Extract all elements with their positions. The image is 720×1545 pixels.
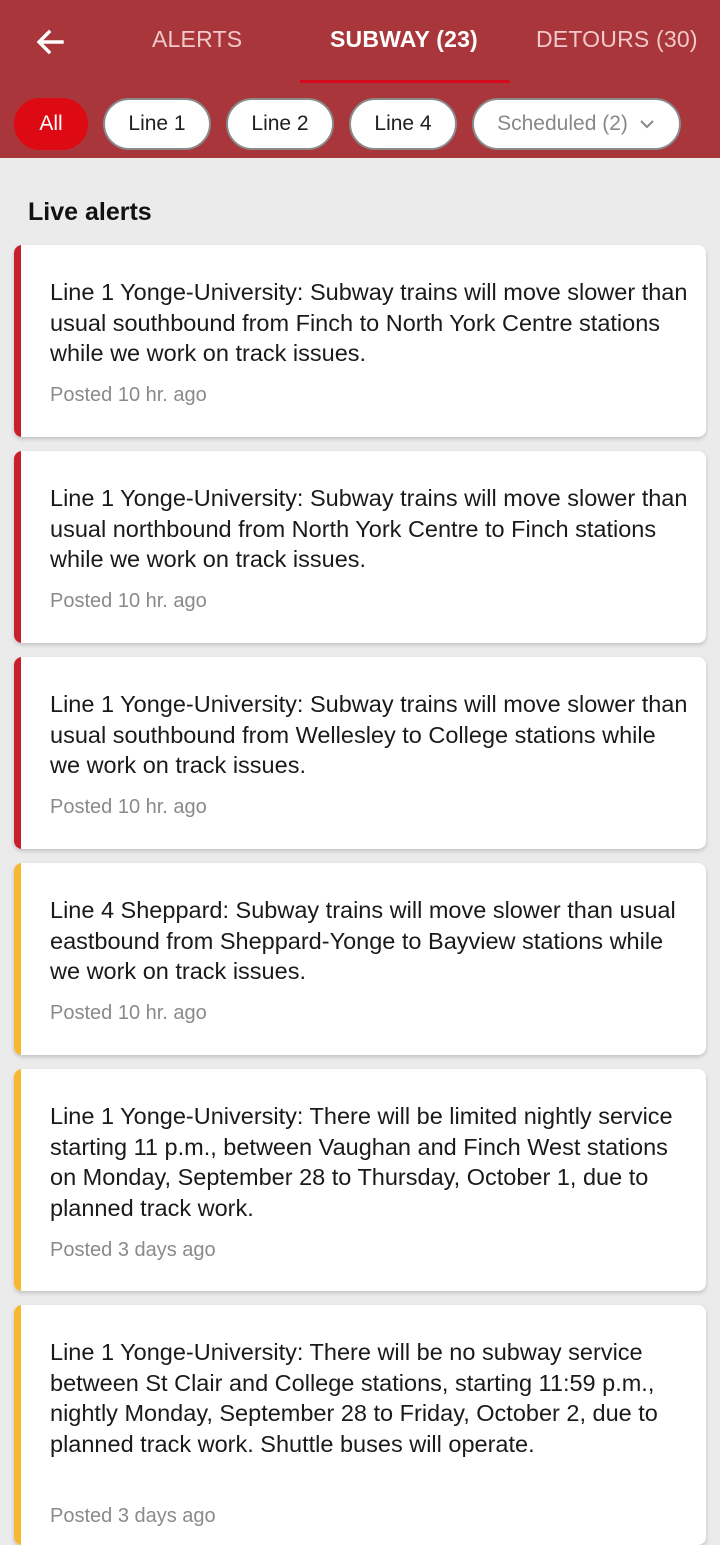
filter-chip-line-2[interactable]: Line 2: [226, 98, 334, 150]
chevron-down-icon: [640, 120, 654, 129]
filter-chip-all[interactable]: All: [14, 98, 88, 150]
alert-message: Line 1 Yonge-University: There will be n…: [50, 1339, 658, 1458]
back-arrow-icon: [36, 29, 64, 55]
alert-posted-time: Posted 3 days ago: [50, 1505, 216, 1527]
alert-message: Line 1 Yonge-University: Subway trains w…: [50, 485, 688, 573]
alert-posted-time: Posted 10 hr. ago: [50, 384, 207, 406]
back-button[interactable]: [26, 22, 74, 62]
filter-chip-line-1[interactable]: Line 1: [103, 98, 211, 150]
alert-message: Line 4 Sheppard: Subway trains will move…: [50, 897, 676, 985]
alert-severity-bar: [14, 451, 21, 643]
alert-message: Line 1 Yonge-University: Subway trains w…: [50, 691, 688, 779]
alert-posted-time: Posted 10 hr. ago: [50, 1002, 207, 1024]
section-title-live-alerts: Live alerts: [28, 198, 152, 226]
tab-detours[interactable]: DETOURS (30): [536, 26, 698, 60]
app-header: ALERTS SUBWAY (23) DETOURS (30) All Line…: [0, 0, 720, 158]
alert-card[interactable]: Line 1 Yonge-University: There will be n…: [14, 1305, 706, 1545]
alert-posted-time: Posted 3 days ago: [50, 1239, 216, 1261]
alert-message: Line 1 Yonge-University: Subway trains w…: [50, 279, 688, 367]
alert-card[interactable]: Line 1 Yonge-University: Subway trains w…: [14, 451, 706, 643]
alert-card[interactable]: Line 1 Yonge-University: There will be l…: [14, 1069, 706, 1291]
alert-card[interactable]: Line 1 Yonge-University: Subway trains w…: [14, 657, 706, 849]
tab-subway[interactable]: SUBWAY (23): [330, 26, 478, 60]
alert-severity-bar: [14, 245, 21, 437]
alert-card[interactable]: Line 4 Sheppard: Subway trains will move…: [14, 863, 706, 1055]
alert-posted-time: Posted 10 hr. ago: [50, 590, 207, 612]
alert-severity-bar: [14, 863, 21, 1055]
alert-posted-time: Posted 10 hr. ago: [50, 796, 207, 818]
filter-chip-scheduled[interactable]: Scheduled (2): [472, 98, 681, 150]
alert-card[interactable]: Line 1 Yonge-University: Subway trains w…: [14, 245, 706, 437]
filter-chip-line-4[interactable]: Line 4: [349, 98, 457, 150]
alert-severity-bar: [14, 1069, 21, 1291]
alert-severity-bar: [14, 657, 21, 849]
tab-alerts[interactable]: ALERTS: [152, 26, 242, 60]
alert-severity-bar: [14, 1305, 21, 1545]
active-tab-indicator: [300, 80, 510, 83]
filter-chip-scheduled-label: Scheduled (2): [497, 112, 628, 135]
alert-message: Line 1 Yonge-University: There will be l…: [50, 1103, 673, 1222]
